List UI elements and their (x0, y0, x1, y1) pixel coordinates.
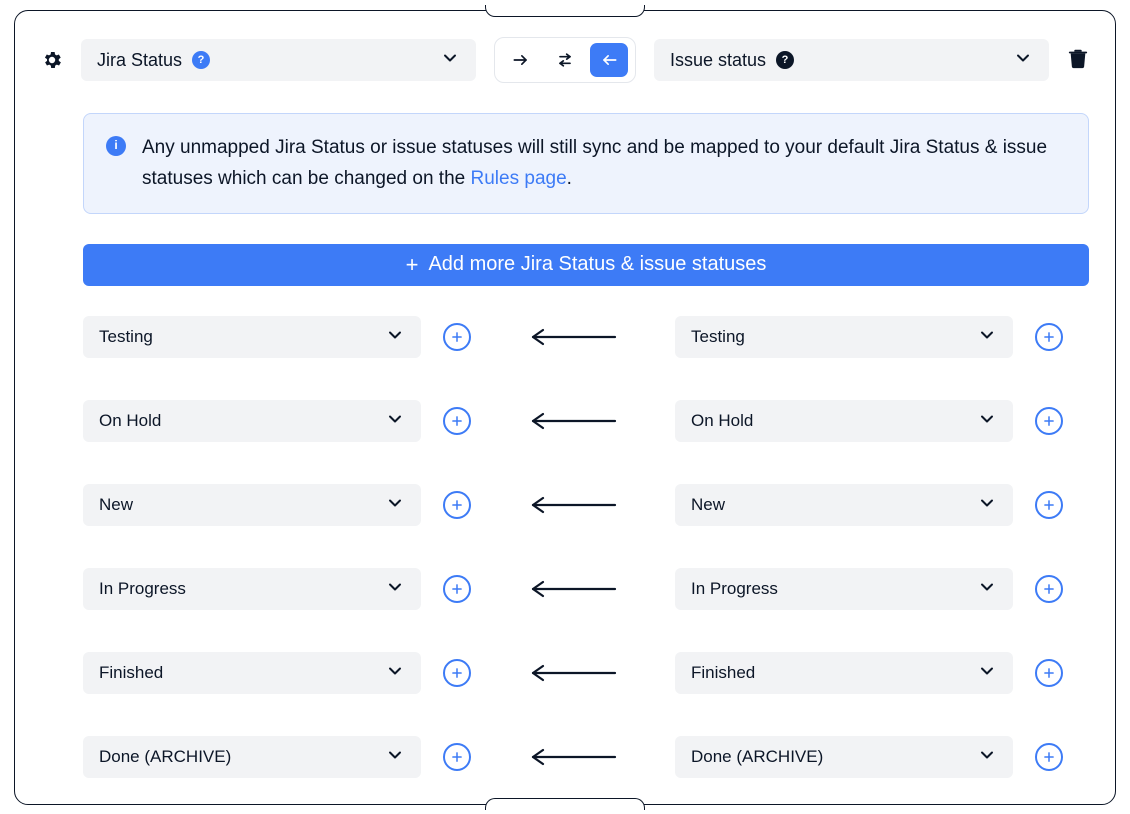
chevron-down-icon (385, 661, 405, 686)
direction-left-button[interactable] (590, 43, 628, 77)
right-status-select[interactable]: New (675, 484, 1013, 526)
mapping-row: On Hold On Hold (83, 400, 1089, 442)
right-status-value: New (691, 495, 725, 515)
chevron-down-icon (385, 409, 405, 434)
left-status-value: Done (ARCHIVE) (99, 747, 231, 767)
add-left-button[interactable] (443, 659, 471, 687)
add-left-button[interactable] (443, 743, 471, 771)
left-status-value: On Hold (99, 411, 161, 431)
right-field-select[interactable]: Issue status ? (654, 39, 1049, 81)
chevron-down-icon (385, 325, 405, 350)
left-status-select[interactable]: In Progress (83, 568, 421, 610)
chevron-down-icon (385, 577, 405, 602)
rules-page-link[interactable]: Rules page (471, 168, 567, 189)
arrow-left-icon (529, 748, 617, 766)
add-left-button[interactable] (443, 323, 471, 351)
chevron-down-icon (977, 325, 997, 350)
right-status-value: Testing (691, 327, 745, 347)
arrow-left-icon (529, 328, 617, 346)
right-status-value: In Progress (691, 579, 778, 599)
arrow-left-icon (529, 580, 617, 598)
left-status-value: New (99, 495, 133, 515)
add-left-button[interactable] (443, 407, 471, 435)
plus-icon: + (406, 252, 419, 278)
right-status-select[interactable]: Testing (675, 316, 1013, 358)
help-icon[interactable]: ? (776, 51, 794, 69)
arrow-left-icon (529, 664, 617, 682)
add-right-button[interactable] (1035, 407, 1063, 435)
add-more-button[interactable]: + Add more Jira Status & issue statuses (83, 244, 1089, 286)
add-right-button[interactable] (1035, 659, 1063, 687)
chevron-down-icon (977, 661, 997, 686)
right-field-label: Issue status (670, 50, 766, 71)
add-left-button[interactable] (443, 575, 471, 603)
direction-right-button[interactable] (502, 43, 540, 77)
info-text-b: . (567, 168, 572, 189)
right-status-value: Finished (691, 663, 755, 683)
mapping-row: New New (83, 484, 1089, 526)
direction-toggle-group (494, 37, 636, 83)
chevron-down-icon (977, 577, 997, 602)
right-status-value: On Hold (691, 411, 753, 431)
chevron-down-icon (440, 48, 460, 73)
left-status-select[interactable]: Finished (83, 652, 421, 694)
mapping-card: Jira Status ? Issue status ? (14, 10, 1116, 805)
right-status-value: Done (ARCHIVE) (691, 747, 823, 767)
left-status-select[interactable]: New (83, 484, 421, 526)
right-status-select[interactable]: Done (ARCHIVE) (675, 736, 1013, 778)
left-field-label: Jira Status (97, 50, 182, 71)
arrow-left-icon (529, 412, 617, 430)
help-icon[interactable]: ? (192, 51, 210, 69)
chevron-down-icon (977, 409, 997, 434)
right-status-select[interactable]: On Hold (675, 400, 1013, 442)
left-status-select[interactable]: On Hold (83, 400, 421, 442)
card-notch-bottom (485, 798, 645, 810)
delete-icon[interactable] (1067, 47, 1089, 74)
left-status-select[interactable]: Testing (83, 316, 421, 358)
gear-icon[interactable] (41, 49, 63, 71)
info-callout: i Any unmapped Jira Status or issue stat… (83, 113, 1089, 214)
info-icon: i (106, 136, 126, 156)
add-more-label: Add more Jira Status & issue statuses (428, 253, 766, 276)
left-status-value: Finished (99, 663, 163, 683)
left-field-select[interactable]: Jira Status ? (81, 39, 476, 81)
add-right-button[interactable] (1035, 491, 1063, 519)
chevron-down-icon (385, 493, 405, 518)
arrow-left-icon (529, 496, 617, 514)
add-left-button[interactable] (443, 491, 471, 519)
right-status-select[interactable]: Finished (675, 652, 1013, 694)
mapping-row: Testing Testing (83, 316, 1089, 358)
mapping-row: Finished Finished (83, 652, 1089, 694)
right-status-select[interactable]: In Progress (675, 568, 1013, 610)
left-status-value: In Progress (99, 579, 186, 599)
add-right-button[interactable] (1035, 575, 1063, 603)
chevron-down-icon (385, 745, 405, 770)
add-right-button[interactable] (1035, 743, 1063, 771)
mapping-rows: Testing Testing On Hold On Hold New New In Pro… (83, 316, 1089, 778)
mapping-row: Done (ARCHIVE) Done (ARCHIVE) (83, 736, 1089, 778)
left-status-select[interactable]: Done (ARCHIVE) (83, 736, 421, 778)
add-right-button[interactable] (1035, 323, 1063, 351)
header-row: Jira Status ? Issue status ? (41, 37, 1089, 83)
left-status-value: Testing (99, 327, 153, 347)
info-text-a: Any unmapped Jira Status or issue status… (142, 137, 1047, 189)
chevron-down-icon (977, 493, 997, 518)
chevron-down-icon (1013, 48, 1033, 73)
direction-both-button[interactable] (546, 43, 584, 77)
card-notch-top (485, 5, 645, 17)
mapping-row: In Progress In Progress (83, 568, 1089, 610)
chevron-down-icon (977, 745, 997, 770)
info-text: Any unmapped Jira Status or issue status… (142, 132, 1066, 195)
